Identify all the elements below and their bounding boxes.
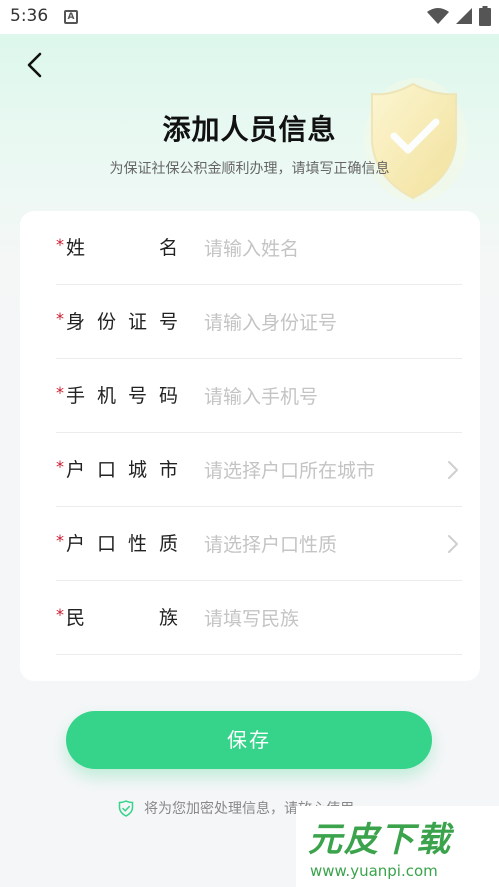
battery-icon (479, 6, 491, 26)
label-char: 户 (66, 459, 86, 481)
field-id-number[interactable]: * 身 份 证 号 请输入身份证号 (56, 285, 462, 359)
label-char: 份 (96, 311, 116, 333)
chevron-right-icon (448, 461, 458, 479)
field-label: * 身 份 证 号 (56, 307, 180, 333)
field-label: * 户 口 城 市 (56, 455, 180, 481)
field-household-city[interactable]: * 户 口 城 市 请选择户口所在城市 (56, 433, 462, 507)
status-time: 5:36 (10, 6, 49, 26)
name-input[interactable]: 请输入姓名 (204, 234, 299, 261)
household-type-select[interactable]: 请选择户口性质 (204, 530, 337, 557)
label-char: 性 (127, 533, 147, 555)
label-char: 手 (66, 385, 86, 407)
watermark-logo: 元皮下载 (308, 820, 452, 860)
field-label: * 民 族 (56, 603, 180, 629)
required-mark: * (56, 235, 64, 254)
ethnicity-input[interactable]: 请填写民族 (204, 604, 299, 631)
label-char: 质 (158, 533, 178, 555)
field-label: * 户 口 性 质 (56, 529, 180, 555)
page-title: 添加人员信息 (162, 113, 337, 146)
status-bar: 5:36 A (0, 0, 499, 34)
save-button[interactable]: 保存 (66, 711, 432, 769)
label-char: 民 (66, 607, 86, 629)
wifi-icon (427, 8, 449, 24)
watermark: 元皮下载 www.yuanpi.com (296, 806, 499, 887)
label-char: 机 (96, 385, 116, 407)
label-char: 族 (158, 607, 178, 629)
field-label: * 姓 名 (56, 233, 180, 259)
household-city-select[interactable]: 请选择户口所在城市 (204, 456, 375, 483)
field-phone[interactable]: * 手 机 号 码 请输入手机号 (56, 359, 462, 433)
field-label: * 手 机 号 码 (56, 381, 180, 407)
system-icons (427, 6, 491, 26)
signal-icon (456, 8, 472, 24)
label-char: 城 (127, 459, 147, 481)
phone-input[interactable]: 请输入手机号 (204, 382, 318, 409)
form-card: * 姓 名 请输入姓名 * 身 份 证 号 请输入身份证号 * 手 机 号 码 … (20, 211, 480, 681)
watermark-url: www.yuanpi.com (310, 862, 438, 880)
back-arrow-icon[interactable] (20, 50, 50, 80)
field-household-type[interactable]: * 户 口 性 质 请选择户口性质 (56, 507, 462, 581)
label-char: 口 (96, 459, 116, 481)
chevron-right-icon (448, 535, 458, 553)
shield-check-small-icon (118, 799, 134, 817)
label-char: 证 (127, 311, 147, 333)
field-ethnicity[interactable]: * 民 族 请填写民族 (56, 581, 462, 655)
label-char: 码 (158, 385, 178, 407)
label-char: 户 (66, 533, 86, 555)
required-mark: * (56, 605, 64, 624)
id-number-input[interactable]: 请输入身份证号 (204, 308, 337, 335)
required-mark: * (56, 309, 64, 328)
label-char: 身 (66, 311, 86, 333)
label-char: 名 (158, 237, 178, 259)
required-mark: * (56, 383, 64, 402)
required-mark: * (56, 457, 64, 476)
required-mark: * (56, 531, 64, 550)
label-char: 口 (96, 533, 116, 555)
field-name[interactable]: * 姓 名 请输入姓名 (56, 211, 462, 285)
label-char: 市 (158, 459, 178, 481)
label-char: 号 (158, 311, 178, 333)
label-char: 姓 (66, 237, 86, 259)
page: 5:36 A 添加人员信息 为保证社保公积金顺利办理，请填写正确信息 * 姓 名… (0, 0, 499, 887)
label-char: 号 (127, 385, 147, 407)
notification-icon: A (64, 10, 78, 24)
page-subtitle: 为保证社保公积金顺利办理，请填写正确信息 (109, 161, 390, 177)
